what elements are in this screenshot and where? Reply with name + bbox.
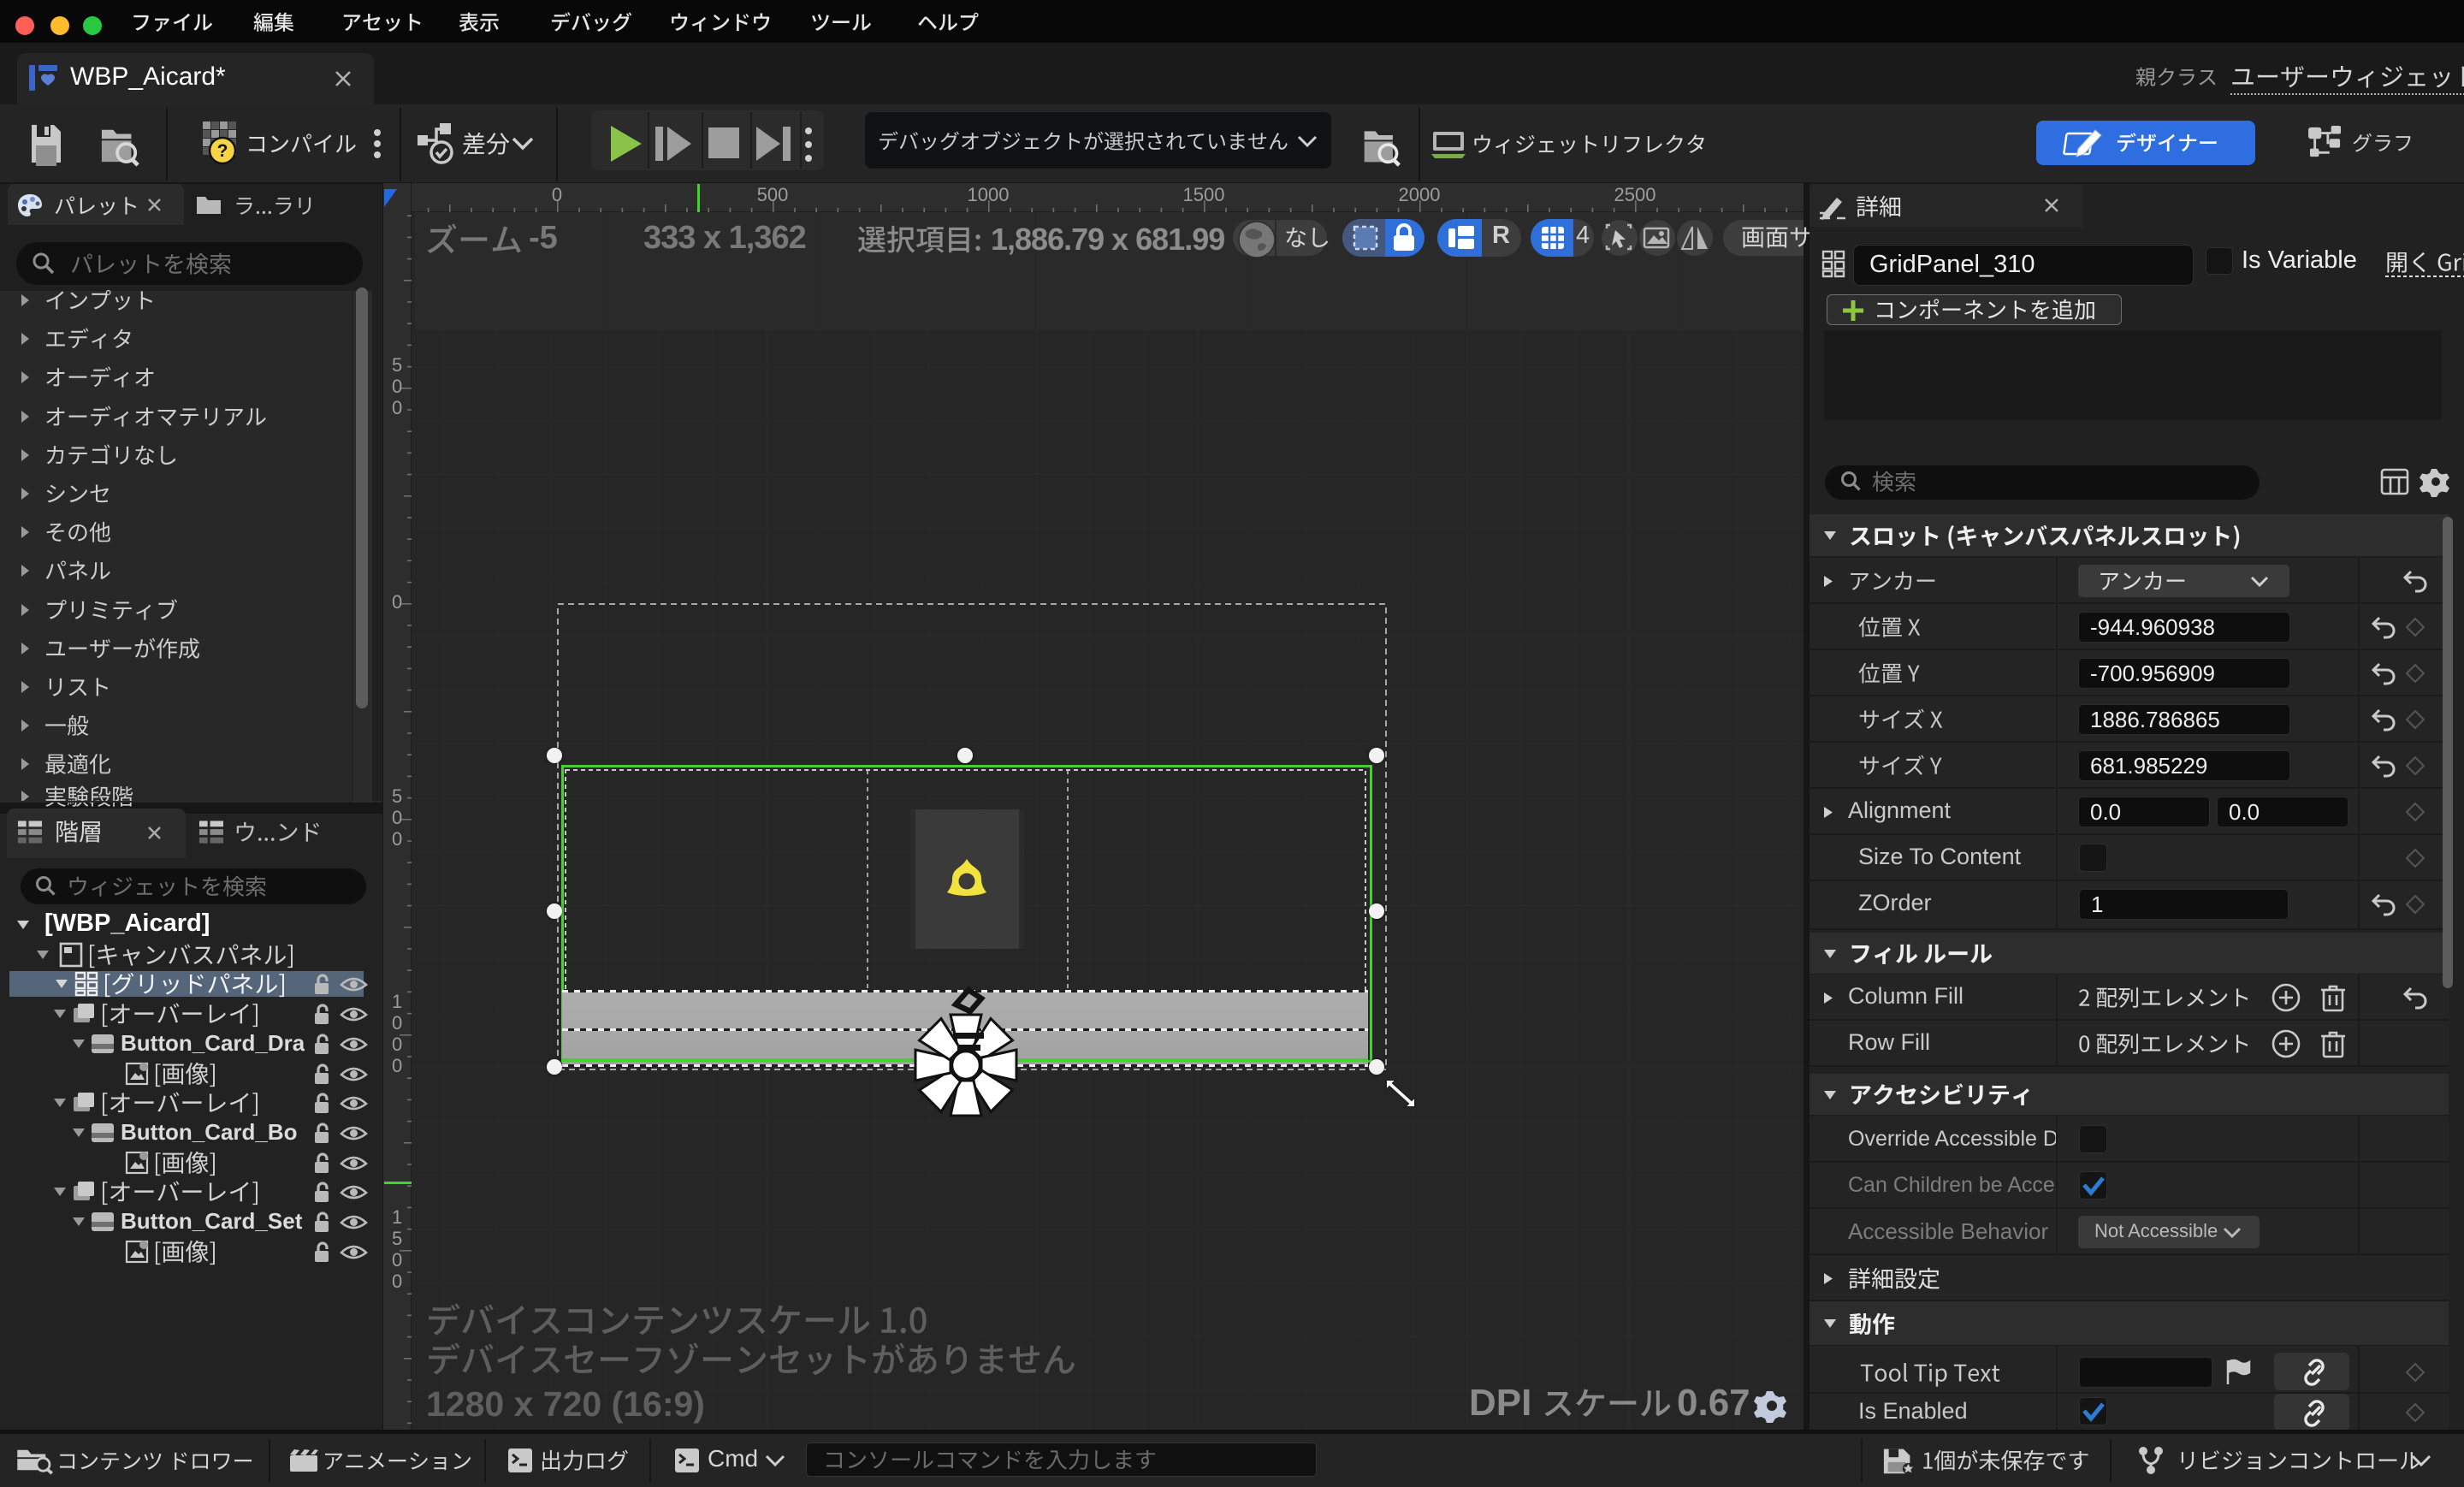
svg-text:?: ? <box>217 141 228 161</box>
